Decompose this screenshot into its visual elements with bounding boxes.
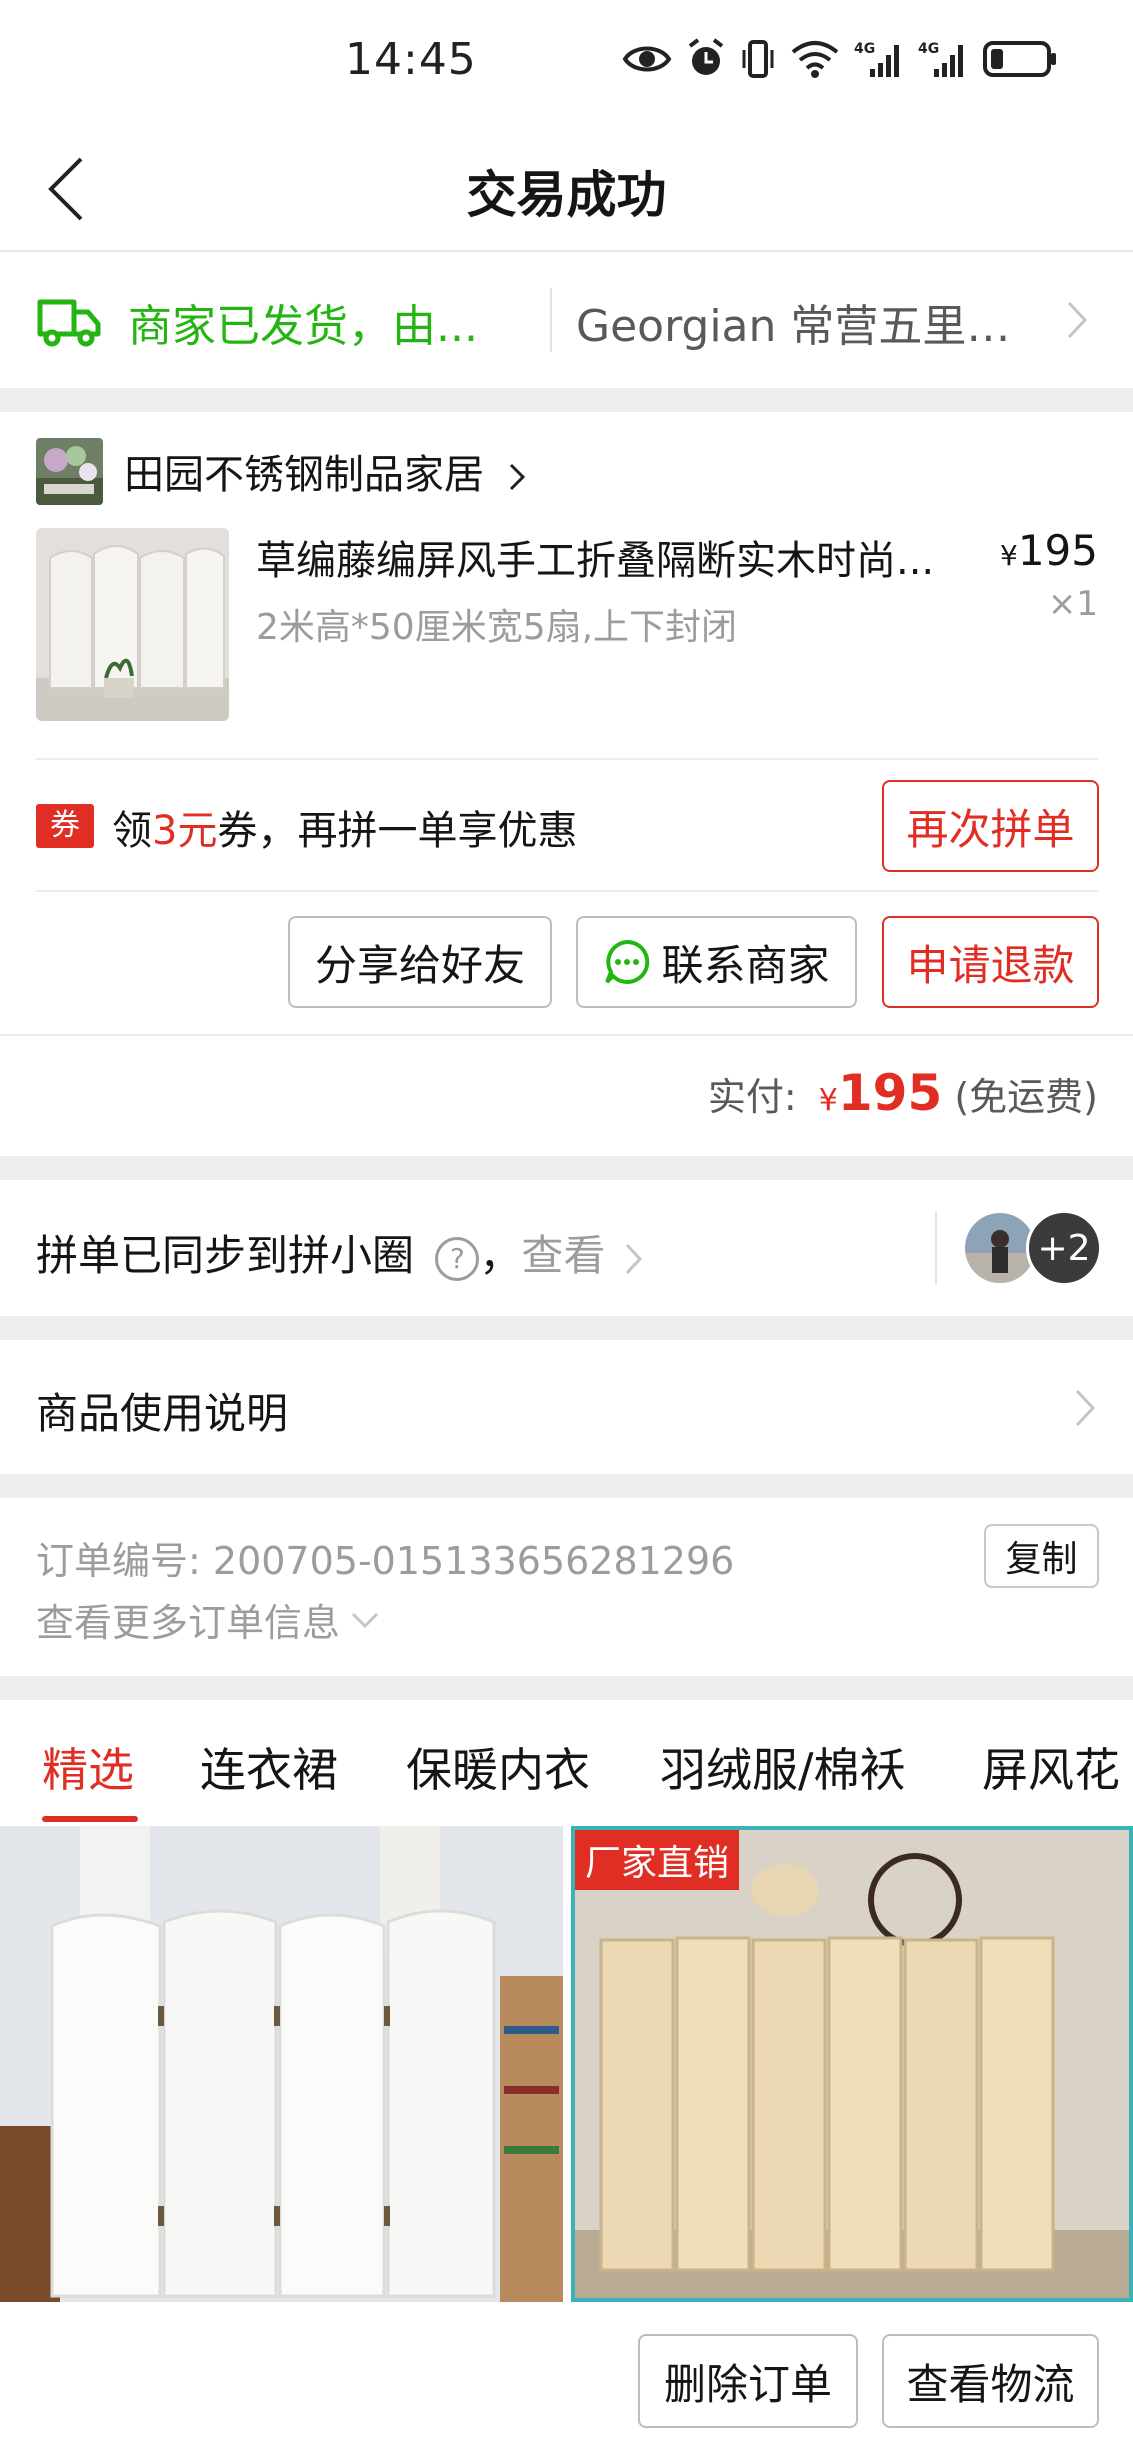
status-time: 14:45: [345, 34, 477, 85]
tab-screens[interactable]: 屏风花: [982, 1734, 1120, 1800]
eye-icon: [622, 46, 672, 72]
recommend-item-image[interactable]: [0, 1826, 563, 2302]
divider: [36, 890, 1098, 892]
category-tabs: 精选 连衣裙 保暖内衣 羽绒服/棉袄 屏风花: [0, 1700, 1133, 1826]
svg-text:4G: 4G: [918, 41, 939, 57]
chevron-right-icon: [1075, 1389, 1096, 1427]
product-price: ¥195: [1000, 526, 1098, 575]
chat-icon: [605, 939, 650, 984]
paid-row: 实付: ¥195 (免运费): [0, 1034, 1133, 1156]
svg-text:4G: 4G: [854, 41, 875, 57]
tab-thermal-underwear[interactable]: 保暖内衣: [406, 1734, 590, 1800]
chevron-right-icon: [1067, 301, 1088, 339]
coupon-text: 领3元券，再拼一单享优惠: [112, 808, 578, 854]
status-bar: 14:45 4G 4G: [0, 0, 1133, 125]
paid-amount: 实付: ¥195 (免运费): [708, 1064, 1098, 1122]
product-image[interactable]: [36, 528, 229, 721]
vibrate-icon: [742, 40, 774, 78]
refund-button[interactable]: 申请退款: [882, 916, 1099, 1008]
product-manual-row[interactable]: 商品使用说明: [0, 1340, 1133, 1474]
store-avatar[interactable]: [36, 438, 103, 505]
coupon-badge: 券: [36, 804, 94, 848]
store-name[interactable]: 田园不锈钢制品家居: [124, 442, 525, 500]
pin-circle-text[interactable]: 拼单已同步到拼小圈 ? ，查看: [36, 1222, 643, 1283]
delete-order-button[interactable]: 删除订单: [638, 2334, 858, 2428]
recommend-item-image[interactable]: 厂家直销: [571, 1826, 1133, 2302]
product-quantity: ×1: [1047, 584, 1098, 624]
view-link[interactable]: 查看: [521, 1231, 605, 1280]
share-button[interactable]: 分享给好友: [288, 916, 552, 1008]
order-card: 田园不锈钢制品家居 草编藤编屏风手工折叠隔断实木时尚... 2米高*50厘米宽5…: [0, 412, 1133, 1034]
logistics-row[interactable]: 商家已发货，由... Georgian 常营五里桥...: [0, 252, 1133, 388]
tab-dresses[interactable]: 连衣裙: [200, 1734, 338, 1800]
chevron-down-icon: [351, 1612, 379, 1628]
chevron-right-icon: [625, 1243, 642, 1274]
paid-currency: ¥: [818, 1083, 838, 1118]
pin-circle-row[interactable]: 拼单已同步到拼小圈 ? ，查看 +2: [0, 1180, 1133, 1316]
contact-merchant-button[interactable]: 联系商家: [576, 916, 857, 1008]
help-icon[interactable]: ?: [435, 1236, 480, 1281]
page-title: 交易成功: [466, 166, 667, 224]
product-title[interactable]: 草编藤编屏风手工折叠隔断实木时尚...: [256, 528, 936, 586]
order-number: 订单编号: 200705-015133656281296: [36, 1539, 735, 1583]
status-icons: 4G 4G: [622, 34, 1058, 84]
contact-merchant-label: 联系商家: [661, 940, 830, 990]
more-order-info[interactable]: 查看更多订单信息: [36, 1592, 380, 1647]
shipping-status[interactable]: 商家已发货，由...: [128, 290, 498, 354]
view-logistics-button[interactable]: 查看物流: [882, 2334, 1099, 2428]
tab-selected[interactable]: 精选: [42, 1734, 134, 1800]
battery-icon: [983, 41, 1056, 77]
product-manual-label: 商品使用说明: [36, 1389, 289, 1438]
tab-down-jackets[interactable]: 羽绒服/棉袄: [660, 1734, 906, 1800]
shipping-address[interactable]: Georgian 常营五里桥...: [576, 290, 1046, 354]
recommend-grid: 厂家直销: [0, 1826, 1133, 2302]
divider: [550, 288, 552, 352]
wifi-icon: [791, 41, 839, 78]
divider: [36, 758, 1098, 760]
divider: [935, 1212, 937, 1284]
bottom-action-bar: 删除订单 查看物流: [0, 2302, 1133, 2453]
product-spec: 2米高*50厘米宽5扇,上下封闭: [256, 607, 738, 648]
alarm-icon: [688, 38, 724, 75]
truck-icon: [37, 299, 101, 347]
signal-4g-icon: 4G: [854, 41, 899, 77]
order-info-row: 订单编号: 200705-015133656281296 查看更多订单信息 复制: [0, 1498, 1133, 1676]
promo-tag: 厂家直销: [575, 1830, 740, 1890]
more-members-badge[interactable]: +2: [1026, 1210, 1102, 1286]
reorder-button[interactable]: 再次拼单: [882, 780, 1099, 872]
navigation-bar: 交易成功: [0, 125, 1133, 252]
active-tab-indicator: [42, 1816, 138, 1822]
shipping-note: (免运费): [954, 1075, 1098, 1119]
price-value: 195: [1017, 526, 1098, 575]
currency-symbol: ¥: [1000, 539, 1018, 572]
copy-button[interactable]: 复制: [984, 1524, 1099, 1588]
order-number-value: 200705-015133656281296: [212, 1539, 735, 1583]
paid-value: 195: [837, 1064, 943, 1122]
signal-4g-icon: 4G: [918, 41, 963, 77]
chevron-right-icon: [509, 463, 525, 491]
paid-label: 实付:: [707, 1075, 797, 1119]
coupon-amount: 3元: [152, 808, 218, 854]
